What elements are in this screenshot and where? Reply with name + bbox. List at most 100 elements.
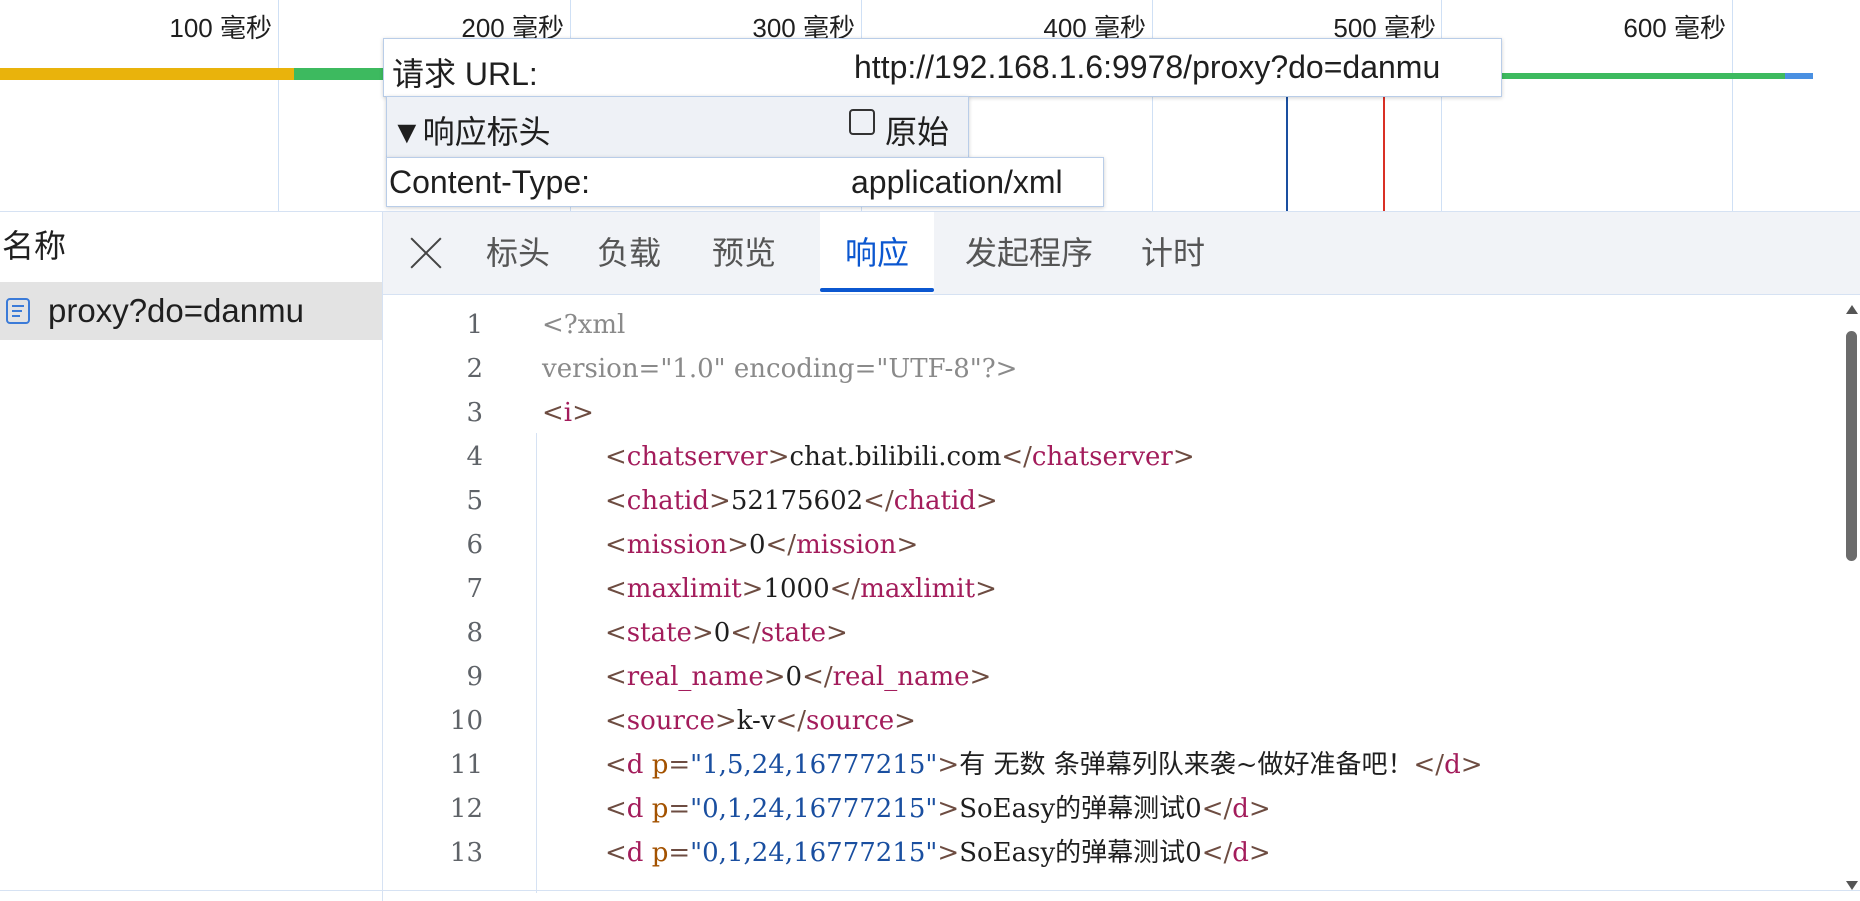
element-text: 52175602 <box>730 486 864 516</box>
tag-bracket: > <box>727 530 749 560</box>
timeline-gridline <box>1441 0 1442 211</box>
tag-bracket: < <box>605 530 627 560</box>
closing-tag-name: chatserver <box>1031 442 1173 472</box>
line-number: 6 <box>466 530 483 560</box>
element-text: 0 <box>785 662 803 692</box>
tag-bracket: </ <box>802 662 833 692</box>
tab-preview[interactable]: 预览 <box>699 212 789 294</box>
attribute-equals: = <box>668 838 691 868</box>
attribute-value: "0,1,24,16777215" <box>690 794 938 824</box>
tag-bracket: > <box>741 574 764 604</box>
element-text: k-v <box>736 706 776 736</box>
attribute-name: p <box>651 838 669 868</box>
tag-bracket: </ <box>730 618 761 648</box>
code-scrollbar[interactable] <box>1843 295 1860 901</box>
tag-bracket: < <box>605 486 627 516</box>
closing-tag-name: maxlimit <box>860 574 976 604</box>
line-number: 12 <box>449 794 483 824</box>
scroll-down-arrow-icon[interactable] <box>1846 881 1858 890</box>
code-source: <source>k-v</source> <box>605 699 916 743</box>
request-name: proxy?do=danmu <box>48 292 304 329</box>
request-row[interactable]: proxy?do=danmu <box>0 282 382 340</box>
line-number: 2 <box>466 354 483 384</box>
code-source: <state>0</state> <box>605 611 848 655</box>
xml-declaration: <?xml <box>542 310 626 340</box>
tag-bracket: > <box>1248 794 1271 824</box>
tag-bracket: < <box>605 618 627 648</box>
tag-bracket: < <box>605 662 627 692</box>
tag-bracket: > <box>969 662 992 692</box>
closing-tag-name: state <box>760 618 826 648</box>
scrollbar-thumb[interactable] <box>1846 331 1857 561</box>
tab-timing[interactable]: 计时 <box>1128 212 1218 294</box>
line-number: 7 <box>466 574 483 604</box>
timeline-gridline <box>1152 0 1153 211</box>
tag-bracket: </ <box>829 574 861 604</box>
tag-bracket: > <box>975 574 997 604</box>
closing-tag-name: mission <box>796 530 897 560</box>
tag-name: chatserver <box>626 442 768 472</box>
response-header-value: application/xml <box>851 164 1063 200</box>
code-source: <i> <box>542 391 594 435</box>
tag-bracket: </ <box>863 486 894 516</box>
tag-name: d <box>626 794 644 824</box>
close-icon[interactable] <box>407 234 445 272</box>
attribute-name: p <box>651 794 669 824</box>
details-tab-bar: 标头 负载 预览 响应 发起程序 计时 <box>383 212 1860 295</box>
response-headers-section[interactable]: ▼响应标头 原始 <box>386 96 969 158</box>
tag-bracket: < <box>605 706 627 736</box>
request-url-tooltip: 请求 URL: http://192.168.1.6:9978/proxy?do… <box>383 38 1502 97</box>
tag-name: maxlimit <box>626 574 742 604</box>
element-text: 有 无数 条弹幕列队来袭~做好准备吧！ <box>959 750 1414 780</box>
scroll-up-arrow-icon[interactable] <box>1846 305 1858 314</box>
tab-payload[interactable]: 负载 <box>584 212 674 294</box>
tag-name: mission <box>626 530 728 560</box>
tab-headers[interactable]: 标头 <box>473 212 563 294</box>
tab-initiator[interactable]: 发起程序 <box>954 212 1104 294</box>
line-number: 4 <box>466 442 483 472</box>
tag-bracket: > <box>691 618 714 648</box>
code-source: <chatserver>chat.bilibili.com</chatserve… <box>605 435 1195 479</box>
tag-bracket: > <box>894 706 916 736</box>
code-source: version="1.0" encoding="UTF-8"?> <box>542 347 1017 391</box>
code-source: <d p="0,1,24,16777215">SoEasy的弹幕测试0</d> <box>605 831 1271 875</box>
request-details-panel: 标头 负载 预览 响应 发起程序 计时 1 <?xml 2 version="1.0"… <box>383 212 1860 901</box>
timeline-bar-queueing[interactable] <box>0 68 294 80</box>
tag-bracket: > <box>975 486 998 516</box>
timeline-gridline <box>1732 0 1733 211</box>
tag-bracket: < <box>542 398 564 428</box>
timeline-bar-waiting[interactable] <box>294 68 384 80</box>
attribute-value: "1,5,24,16777215" <box>690 750 938 780</box>
code-source: <d p="1,5,24,16777215">有 无数 条弹幕列队来袭~做好准备… <box>605 743 1483 787</box>
tag-bracket: < <box>605 750 627 780</box>
element-text: SoEasy的弹幕测试0 <box>959 838 1202 868</box>
tag-bracket: > <box>937 750 960 780</box>
name-column-header[interactable]: 名称 <box>0 212 384 280</box>
tag-bracket: > <box>767 442 790 472</box>
timeline-tick-label: 600 毫秒 <box>1623 13 1726 43</box>
response-code-viewer[interactable]: 1 <?xml 2 version="1.0" encoding="UTF-8"?> 3… <box>383 295 1843 901</box>
tag-name: d <box>626 750 644 780</box>
tab-response[interactable]: 响应 <box>820 212 934 294</box>
closing-tag-name: real_name <box>832 662 970 692</box>
timeline-bar-end[interactable] <box>1785 73 1813 79</box>
tag-bracket: > <box>825 618 848 648</box>
line-number: 9 <box>466 662 483 692</box>
raw-checkbox[interactable] <box>849 109 875 135</box>
closing-tag-name: d <box>1232 838 1249 868</box>
load-event-marker <box>1383 96 1385 211</box>
response-headers-toggle[interactable]: ▼响应标头 <box>391 107 551 153</box>
line-number: 5 <box>466 486 483 516</box>
attribute-value: "0,1,24,16777215" <box>690 838 938 868</box>
tag-bracket: < <box>605 794 627 824</box>
code-source: <real_name>0</real_name> <box>605 655 991 699</box>
request-url-label: 请求 URL: <box>392 56 538 92</box>
response-header-name: Content-Type: <box>389 164 590 200</box>
tag-bracket: </ <box>775 706 807 736</box>
timeline-tick-label: 100 毫秒 <box>169 13 272 43</box>
tag-bracket: > <box>937 838 960 868</box>
timeline-bar-download[interactable] <box>1500 73 1785 79</box>
code-source: <chatid>52175602</chatid> <box>605 479 998 523</box>
tag-bracket: < <box>605 442 627 472</box>
